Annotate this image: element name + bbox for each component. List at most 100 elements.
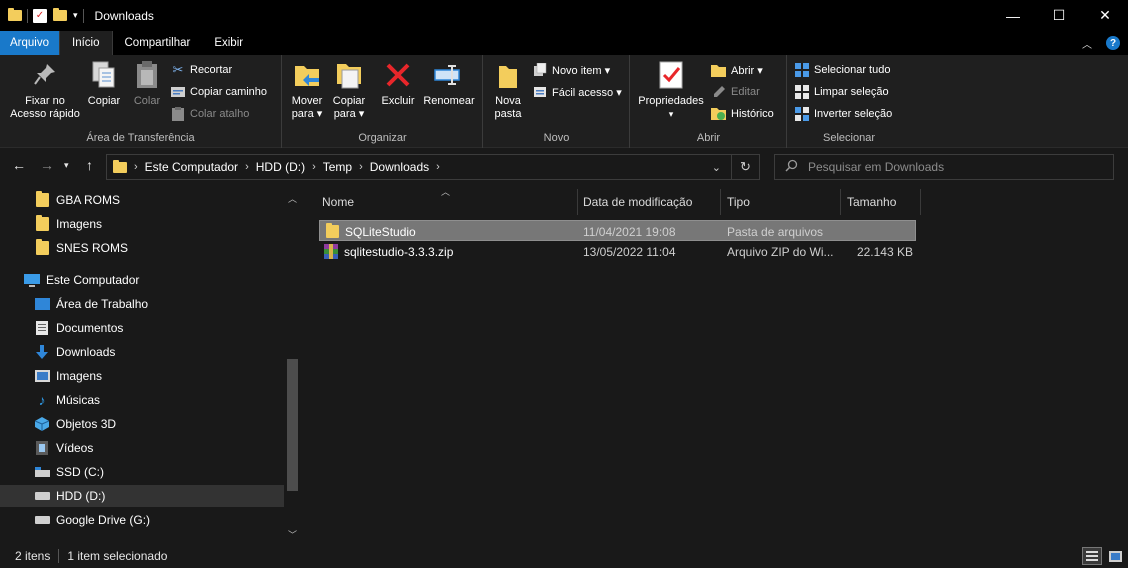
address-history-dropdown-icon[interactable]: ⌄ [712, 161, 721, 174]
nav-item-gba-roms[interactable]: GBA ROMS [0, 189, 284, 211]
scroll-down-icon[interactable]: ﹀ [285, 528, 300, 541]
recent-locations-icon[interactable]: ▾ [64, 160, 69, 171]
select-all-label: Selecionar tudo [814, 64, 891, 76]
nav-item-label: Imagens [56, 369, 103, 383]
new-item-label: Novo item ▾ [552, 64, 611, 77]
breadcrumb-chevron-icon[interactable]: › [245, 161, 249, 173]
properties-button[interactable]: Propriedades ▾ [635, 59, 707, 121]
copy-icon [88, 59, 120, 91]
status-bar: 2 itens 1 item selecionado [0, 544, 1128, 568]
breadcrumb-this-pc[interactable]: Este Computador [145, 160, 238, 174]
tab-view[interactable]: Exibir [202, 31, 255, 55]
search-placeholder: Pesquisar em Downloads [808, 160, 945, 174]
nav-item-pictures[interactable]: Imagens [0, 365, 284, 387]
edit-label: Editar [731, 86, 760, 98]
nav-item-label: GBA ROMS [56, 193, 121, 207]
nav-item-3d-objects[interactable]: Objetos 3D [0, 413, 284, 435]
new-folder-button[interactable]: Nova pasta [488, 59, 528, 121]
nav-item-imagens-pinned[interactable]: Imagens [0, 213, 284, 235]
nav-item-downloads[interactable]: Downloads [0, 341, 284, 363]
nav-item-label: SNES ROMS [56, 241, 129, 255]
documents-icon [34, 321, 50, 335]
breadcrumb-temp[interactable]: Temp [323, 160, 352, 174]
refresh-icon[interactable]: ↻ [731, 155, 759, 179]
customize-dropdown-icon[interactable]: ▾ [73, 10, 78, 21]
nav-item-music[interactable]: ♪ Músicas [0, 389, 284, 411]
new-item-button[interactable]: Novo item ▾ [532, 60, 610, 80]
select-none-button[interactable]: Limpar seleção [794, 82, 889, 102]
nav-item-google-drive[interactable]: Google Drive (G:) [0, 509, 284, 531]
move-to-button[interactable]: Mover para ▾ [287, 59, 327, 121]
column-header-size[interactable]: Tamanho [841, 189, 921, 215]
open-button[interactable]: Abrir ▾ [711, 60, 763, 80]
copy-to-button[interactable]: Copiar para ▾ [329, 59, 369, 121]
nav-item-hdd[interactable]: HDD (D:) [0, 485, 284, 507]
column-size-label: Tamanho [847, 195, 897, 209]
tab-share[interactable]: Compartilhar [113, 31, 203, 55]
column-header-name[interactable]: Nome [316, 189, 578, 215]
edit-button[interactable]: Editar [711, 82, 760, 102]
rename-button[interactable]: Renomear [419, 59, 479, 108]
breadcrumb-hdd[interactable]: HDD (D:) [256, 160, 305, 174]
tab-file[interactable]: Arquivo [0, 31, 59, 55]
nav-item-desktop[interactable]: Área de Trabalho [0, 293, 284, 315]
select-all-button[interactable]: Selecionar tudo [794, 60, 890, 80]
large-icons-view-icon[interactable] [1106, 547, 1124, 565]
breadcrumb-chevron-icon[interactable]: › [359, 161, 363, 173]
easy-access-label: Fácil acesso ▾ [552, 86, 622, 99]
file-name: SQLiteStudio [345, 224, 416, 239]
paste-button[interactable]: Colar [130, 59, 164, 108]
breadcrumb-chevron-icon[interactable]: › [436, 161, 440, 173]
file-name-cell: sqlitestudio-3.3.3.zip [324, 241, 453, 262]
rename-icon [433, 59, 465, 91]
help-icon[interactable]: ? [1106, 36, 1120, 50]
column-header-modified[interactable]: Data de modificação [577, 189, 721, 215]
properties-quick-icon[interactable]: ✓ [33, 8, 47, 23]
nav-item-videos[interactable]: Vídeos [0, 437, 284, 459]
file-row[interactable]: SQLiteStudio 11/04/2021 19:08 Pasta de a… [319, 220, 916, 241]
properties-icon [655, 59, 687, 91]
paste-shortcut-icon [170, 106, 186, 122]
breadcrumb-chevron-icon[interactable]: › [134, 161, 138, 173]
up-arrow-icon[interactable]: ↑ [86, 157, 93, 173]
address-bar[interactable]: › Este Computador › HDD (D:) › Temp › Do… [106, 154, 760, 180]
delete-button[interactable]: Excluir [379, 59, 417, 108]
file-modified: 11/04/2021 19:08 [583, 224, 676, 239]
nav-item-snes-roms[interactable]: SNES ROMS [0, 237, 284, 259]
breadcrumb-downloads[interactable]: Downloads [370, 160, 429, 174]
easy-access-button[interactable]: Fácil acesso ▾ [532, 82, 622, 102]
nav-item-this-pc[interactable]: Este Computador [0, 269, 284, 291]
cut-button[interactable]: ✂ Recortar [170, 60, 233, 80]
column-header-type[interactable]: Tipo [721, 189, 841, 215]
address-folder-icon [113, 159, 127, 173]
details-view-icon[interactable] [1082, 547, 1102, 565]
file-row[interactable]: sqlitestudio-3.3.3.zip 13/05/2022 11:04 … [319, 241, 916, 262]
close-button[interactable]: ✕ [1082, 0, 1128, 31]
invert-selection-button[interactable]: Inverter seleção [794, 104, 892, 124]
new-folder-quick-icon[interactable] [53, 8, 67, 21]
breadcrumb-chevron-icon[interactable]: › [312, 161, 316, 173]
nav-scrollbar[interactable]: ︿ ﹀ [285, 184, 300, 544]
scroll-thumb[interactable] [287, 359, 298, 491]
file-type: Arquivo ZIP do Wi... [727, 244, 834, 259]
move-to-label-1: Mover [291, 95, 323, 107]
select-group: Selecionar tudo Limpar seleção Inverter … [788, 55, 910, 148]
back-arrow-icon[interactable]: ← [12, 157, 26, 173]
search-box[interactable]: Pesquisar em Downloads [774, 154, 1114, 180]
nav-item-ssd[interactable]: SSD (C:) [0, 461, 284, 483]
minimize-button[interactable]: — [990, 0, 1036, 31]
pin-quick-access-button[interactable]: Fixar no Acesso rápido [6, 59, 84, 121]
forward-arrow-icon[interactable]: → [40, 157, 54, 173]
scroll-up-icon[interactable]: ︿ [285, 192, 300, 205]
paste-shortcut-button[interactable]: Colar atalho [170, 104, 249, 124]
column-name-label: Nome [322, 195, 355, 209]
tab-home[interactable]: Início [59, 31, 113, 55]
paste-label: Colar [133, 95, 161, 107]
copy-path-button[interactable]: Copiar caminho [170, 82, 267, 102]
collapse-ribbon-icon[interactable]: ︿ [1082, 36, 1092, 51]
copy-button[interactable]: Copiar [86, 59, 122, 108]
maximize-button[interactable]: ☐ [1036, 0, 1082, 31]
history-button[interactable]: Histórico [711, 104, 774, 124]
maximize-icon: ☐ [1052, 7, 1066, 23]
nav-item-documents[interactable]: Documentos [0, 317, 284, 339]
